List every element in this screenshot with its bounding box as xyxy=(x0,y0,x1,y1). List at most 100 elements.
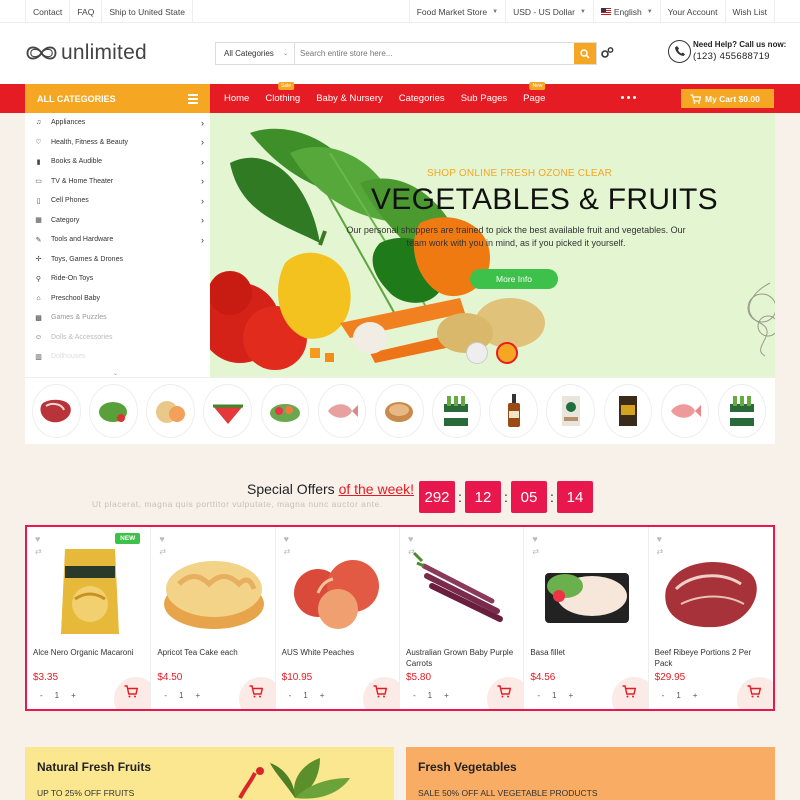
product-name[interactable]: Basa fillet xyxy=(530,647,642,658)
plus-icon[interactable]: + xyxy=(195,691,200,700)
more-dots-icon[interactable] xyxy=(621,96,636,99)
sidebar-item-tv-home-theater[interactable]: ▭ TV & Home Theater › xyxy=(25,172,210,192)
chevron-down-icon[interactable]: ⌄ xyxy=(113,370,118,377)
category-beer[interactable] xyxy=(432,384,481,438)
banner-fruits[interactable]: Natural Fresh Fruits UP TO 25% OFF FRUIT… xyxy=(25,747,394,800)
product-name[interactable]: Australian Grown Baby Purple Carrots xyxy=(406,647,518,669)
store-selector[interactable]: Food Market Store ▼ xyxy=(408,0,507,23)
product-name[interactable]: AUS White Peaches xyxy=(282,647,394,658)
add-to-cart-button[interactable] xyxy=(487,677,524,709)
add-to-cart-button[interactable] xyxy=(238,677,275,709)
banner-vegetables[interactable]: Fresh Vegetables SALE 50% OFF ALL VEGETA… xyxy=(406,747,775,800)
quantity-value[interactable]: 1 xyxy=(303,691,307,700)
language-selector[interactable]: English ▼ xyxy=(594,0,661,23)
product-card[interactable]: ♥ ⇄ Australian Grown Baby Purple Carrots $5… xyxy=(400,527,525,709)
quantity-value[interactable]: 1 xyxy=(676,691,680,700)
compare-icon[interactable]: ⇄ xyxy=(657,547,664,556)
quantity-value[interactable]: 1 xyxy=(428,691,432,700)
sidebar-item-tools-and-hardware[interactable]: ✎ Tools and Hardware › xyxy=(25,230,210,250)
sidebar-item-category[interactable]: ▦ Category › xyxy=(25,211,210,231)
wishlist-heart-icon[interactable]: ♥ xyxy=(408,534,413,544)
product-card[interactable]: ♥ ⇄ Beef Ribeye Portions 2 Per Pack $29.95 -… xyxy=(649,527,773,709)
currency-selector[interactable]: USD - US Dollar ▼ xyxy=(506,0,594,23)
product-image[interactable] xyxy=(407,541,518,641)
all-categories-button[interactable]: ALL CATEGORIES xyxy=(25,84,210,113)
nav-item-home[interactable]: Home xyxy=(224,84,249,113)
slider-dot-1[interactable] xyxy=(466,342,488,364)
category-drinks[interactable] xyxy=(717,384,767,438)
more-info-button[interactable]: More Info xyxy=(470,269,558,289)
product-card[interactable]: ♥ ⇄ AUS White Peaches $10.95 - 1 + xyxy=(276,527,400,709)
minus-icon[interactable]: - xyxy=(537,691,540,700)
product-name[interactable]: Beef Ribeye Portions 2 Per Pack xyxy=(655,647,767,669)
wishlist-heart-icon[interactable]: ♥ xyxy=(35,534,40,544)
wishlist-heart-icon[interactable]: ♥ xyxy=(159,534,164,544)
nav-item-sub-pages[interactable]: Sub Pages xyxy=(461,84,507,113)
category-liquor[interactable] xyxy=(489,384,538,438)
faq-link[interactable]: FAQ xyxy=(70,0,103,23)
search-input[interactable] xyxy=(295,43,574,64)
gears-icon[interactable] xyxy=(600,46,614,60)
product-image[interactable] xyxy=(656,541,767,641)
category-seafood[interactable] xyxy=(660,384,710,438)
sidebar-item-dolls-accessories[interactable]: ☺ Dolls & Accessories xyxy=(25,328,210,348)
nav-item-page[interactable]: Page New xyxy=(523,82,546,113)
product-card[interactable]: ♥ ⇄ Basa fillet $4.56 - 1 + xyxy=(524,527,649,709)
search-category-select[interactable]: All Categories ⌄ xyxy=(216,43,295,64)
nav-item-baby-nursery[interactable]: Baby & Nursery xyxy=(316,84,383,113)
product-image[interactable] xyxy=(531,541,642,641)
sidebar-item-books-audible[interactable]: ▮ Books & Audible › xyxy=(25,152,210,172)
minus-icon[interactable]: - xyxy=(662,691,665,700)
minus-icon[interactable]: - xyxy=(413,691,416,700)
category-watermelon[interactable] xyxy=(203,384,253,438)
product-card[interactable]: ♥ ⇄ Apricot Tea Cake each $4.50 - 1 + xyxy=(151,527,276,709)
logo[interactable]: unlimited xyxy=(25,40,147,66)
category-melon[interactable] xyxy=(146,384,195,438)
category-bread[interactable] xyxy=(374,384,424,438)
add-to-cart-button[interactable] xyxy=(362,677,399,709)
ship-to-link[interactable]: Ship to United State xyxy=(102,0,193,23)
special-offers-highlight[interactable]: of the week! xyxy=(339,481,415,497)
quantity-value[interactable]: 1 xyxy=(179,691,183,700)
quantity-value[interactable]: 1 xyxy=(552,691,556,700)
slider-dot-2[interactable] xyxy=(496,342,518,364)
plus-icon[interactable]: + xyxy=(444,691,449,700)
product-name[interactable]: Alce Nero Organic Macaroni xyxy=(33,647,145,658)
sidebar-item-dollhouses[interactable]: ▥ Dollhouses xyxy=(25,347,210,367)
wishlist-heart-icon[interactable]: ♥ xyxy=(532,534,537,544)
minus-icon[interactable]: - xyxy=(289,691,292,700)
product-name[interactable]: Apricot Tea Cake each xyxy=(157,647,269,658)
wishlist-link[interactable]: Wish List xyxy=(726,0,775,23)
wishlist-heart-icon[interactable]: ♥ xyxy=(657,534,662,544)
category-tea[interactable] xyxy=(603,384,653,438)
account-link[interactable]: Your Account xyxy=(661,0,726,23)
add-to-cart-button[interactable] xyxy=(736,677,773,709)
plus-icon[interactable]: + xyxy=(568,691,573,700)
sidebar-item-toys-games-drones[interactable]: ✢ Toys, Games & Drones xyxy=(25,250,210,270)
contact-link[interactable]: Contact xyxy=(25,0,71,23)
product-image[interactable] xyxy=(283,541,394,641)
category-meat[interactable] xyxy=(32,384,81,438)
category-fish[interactable] xyxy=(317,384,367,438)
minus-icon[interactable]: - xyxy=(40,691,43,700)
plus-icon[interactable]: + xyxy=(693,691,698,700)
compare-icon[interactable]: ⇄ xyxy=(532,547,539,556)
sidebar-item-health-fitness-beauty[interactable]: ♡ Health, Fitness & Beauty › xyxy=(25,133,210,153)
compare-icon[interactable]: ⇄ xyxy=(408,547,415,556)
wishlist-heart-icon[interactable]: ♥ xyxy=(284,534,289,544)
product-image[interactable] xyxy=(158,541,269,641)
add-to-cart-button[interactable] xyxy=(114,677,151,709)
nav-item-clothing[interactable]: Clothing Sale xyxy=(265,82,300,113)
sidebar-item-appliances[interactable]: ♫ Appliances › xyxy=(25,113,210,133)
category-greens[interactable] xyxy=(89,384,138,438)
sidebar-item-preschool-baby[interactable]: ⌂ Preschool Baby xyxy=(25,289,210,309)
minus-icon[interactable]: - xyxy=(164,691,167,700)
cart-button[interactable]: My Cart $0.00 xyxy=(681,89,774,108)
compare-icon[interactable]: ⇄ xyxy=(159,547,166,556)
quantity-value[interactable]: 1 xyxy=(55,691,59,700)
plus-icon[interactable]: + xyxy=(320,691,325,700)
compare-icon[interactable]: ⇄ xyxy=(35,547,42,556)
product-image[interactable] xyxy=(34,541,145,641)
sidebar-item-cell-phones[interactable]: ▯ Cell Phones › xyxy=(25,191,210,211)
plus-icon[interactable]: + xyxy=(71,691,76,700)
